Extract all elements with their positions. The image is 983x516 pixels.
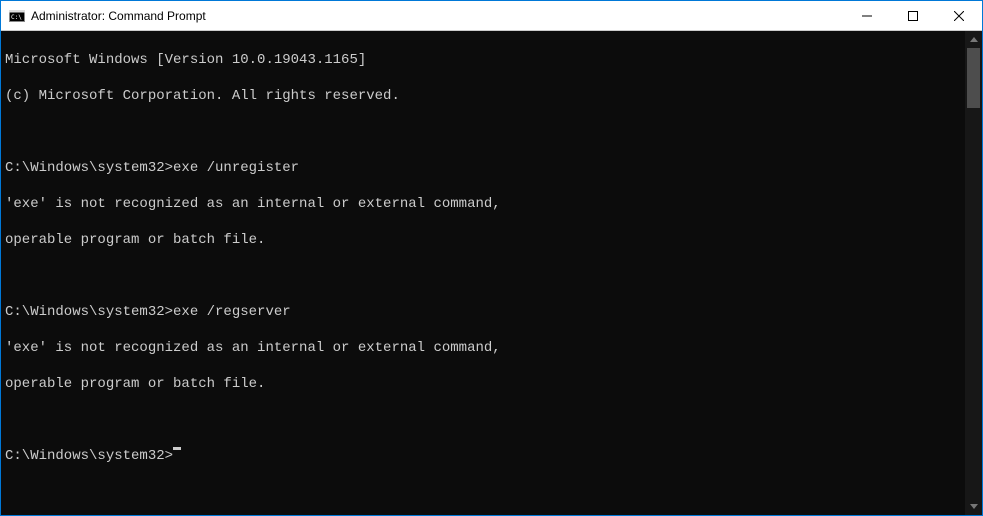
scroll-up-button[interactable] bbox=[965, 31, 982, 48]
maximize-button[interactable] bbox=[890, 1, 936, 30]
text-cursor bbox=[173, 447, 181, 450]
cmd-icon: C:\ bbox=[9, 8, 25, 24]
console-line: operable program or batch file. bbox=[5, 231, 965, 249]
minimize-button[interactable] bbox=[844, 1, 890, 30]
scroll-thumb[interactable] bbox=[967, 48, 980, 108]
vertical-scrollbar[interactable] bbox=[965, 31, 982, 515]
console-prompt-line: C:\Windows\system32> bbox=[5, 447, 965, 465]
command-prompt-window: C:\ Administrator: Command Prompt Micros… bbox=[1, 1, 982, 515]
window-title: Administrator: Command Prompt bbox=[31, 9, 844, 23]
console-line: (c) Microsoft Corporation. All rights re… bbox=[5, 87, 965, 105]
console-line: 'exe' is not recognized as an internal o… bbox=[5, 195, 965, 213]
console-line: C:\Windows\system32>exe /regserver bbox=[5, 303, 965, 321]
console-line: Microsoft Windows [Version 10.0.19043.11… bbox=[5, 51, 965, 69]
window-controls bbox=[844, 1, 982, 30]
console-output[interactable]: Microsoft Windows [Version 10.0.19043.11… bbox=[1, 31, 965, 515]
console-prompt: C:\Windows\system32> bbox=[5, 447, 173, 465]
console-line: C:\Windows\system32>exe /unregister bbox=[5, 159, 965, 177]
titlebar[interactable]: C:\ Administrator: Command Prompt bbox=[1, 1, 982, 31]
console-line bbox=[5, 411, 965, 429]
console-area: Microsoft Windows [Version 10.0.19043.11… bbox=[1, 31, 982, 515]
close-button[interactable] bbox=[936, 1, 982, 30]
scroll-down-button[interactable] bbox=[965, 498, 982, 515]
scroll-track[interactable] bbox=[965, 48, 982, 498]
console-line: operable program or batch file. bbox=[5, 375, 965, 393]
console-line: 'exe' is not recognized as an internal o… bbox=[5, 339, 965, 357]
svg-text:C:\: C:\ bbox=[11, 14, 22, 21]
console-line bbox=[5, 123, 965, 141]
console-line bbox=[5, 267, 965, 285]
